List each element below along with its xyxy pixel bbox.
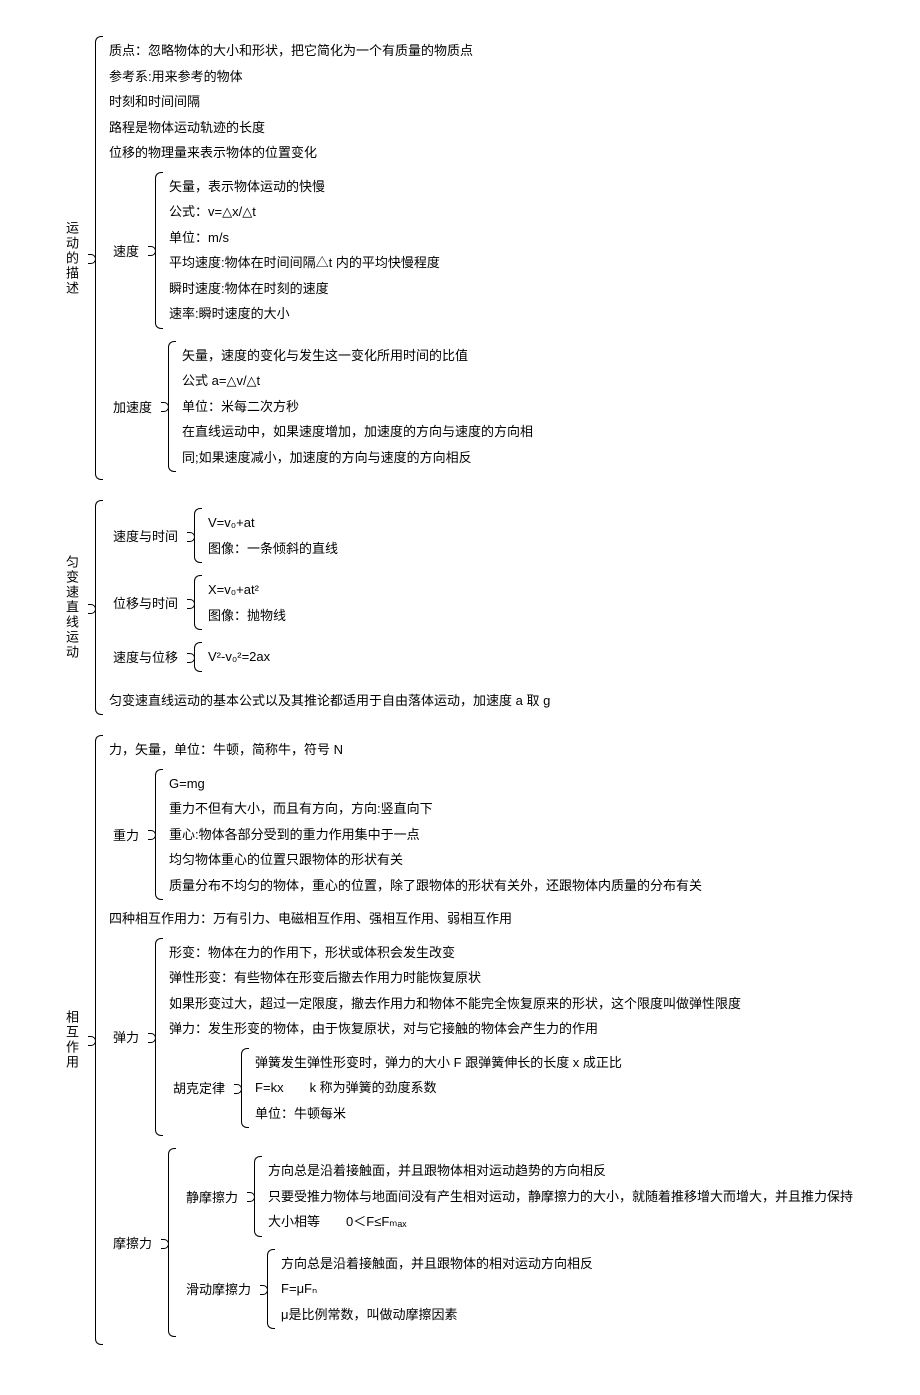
brace-icon [261,1249,275,1330]
leaf-text: 单位：米每二次方秒 [182,394,533,420]
brace-icon [248,1156,262,1237]
group-label: 胡克定律 [169,1076,229,1099]
leaf-text: 矢量，速度的变化与发生这一变化所用时间的比值 [182,343,533,369]
leaf-text: 公式：v=△x/△t [169,199,440,225]
leaf-text: G=mg [169,771,702,797]
group-label: 静摩擦力 [182,1185,242,1208]
leaf-text: 质量分布不均匀的物体，重心的位置，除了跟物体的形状有关外，还跟物体内质量的分布有… [169,873,702,899]
leaf-text: 如果形变过大，超过一定限度，撤去作用力和物体不能完全恢复原来的形状，这个限度叫做… [169,991,741,1017]
brace-icon [235,1048,249,1129]
leaf-text: μ是比例常数，叫做动摩擦因素 [281,1302,593,1328]
leaf-text: 弹簧发生弹性形变时，弹力的大小 F 跟弹簧伸长的长度 x 成正比 [255,1050,622,1076]
leaf-text: 公式 a=△v/△t [182,368,533,394]
leaf-text: V=v₀+at [208,510,338,536]
group-static-friction: 静摩擦力 方向总是沿着接触面，并且跟物体相对运动趋势的方向相反 只要受推力物体与… [182,1156,853,1237]
brace-icon [188,642,202,672]
leaf-text: 均匀物体重心的位置只跟物体的形状有关 [169,847,702,873]
leaf-text: 方向总是沿着接触面，并且跟物体相对运动趋势的方向相反 [268,1158,853,1184]
brace-icon [149,938,163,1137]
leaf-text: 弹性形变：有些物体在形变后撤去作用力时能恢复原状 [169,965,741,991]
leaf-text: 方向总是沿着接触面，并且跟物体的相对运动方向相反 [281,1251,593,1277]
section-title: 相互作用 [60,1006,83,1074]
leaf-text: 速率:瞬时速度的大小 [169,301,440,327]
leaf-text: 质点：忽略物体的大小和形状，把它简化为一个有质量的物质点 [109,38,533,64]
group-label: 摩擦力 [109,1231,156,1254]
brace-icon [162,1148,176,1337]
group-label: 重力 [109,823,143,846]
brace-icon [89,735,103,1345]
leaf-text: 单位：牛顿每米 [255,1101,622,1127]
group-elastic: 弹力 形变：物体在力的作用下，形状或体积会发生改变 弹性形变：有些物体在形变后撤… [109,938,853,1137]
group-label: 滑动摩擦力 [182,1277,255,1300]
leaf-text: 瞬时速度:物体在时刻的速度 [169,276,440,302]
section-uniform-acceleration: 匀变速直线运动 速度与时间 V=v₀+at 图像：一条倾斜的直线 位移与时间 X… [60,500,900,715]
group-friction: 摩擦力 静摩擦力 方向总是沿着接触面，并且跟物体相对运动趋势的方向相反 只要受推… [109,1148,853,1337]
group-label: 位移与时间 [109,591,182,614]
group-acceleration: 加速度 矢量，速度的变化与发生这一变化所用时间的比值 公式 a=△v/△t 单位… [109,341,533,473]
group-speed: 速度 矢量，表示物体运动的快慢 公式：v=△x/△t 单位：m/s 平均速度:物… [109,172,533,329]
brace-icon [188,575,202,630]
leaf-text: F=μFₙ [281,1276,593,1302]
leaf-text: 单位：m/s [169,225,440,251]
brace-icon [162,341,176,473]
leaf-text: 路程是物体运动轨迹的长度 [109,115,533,141]
section-title: 运动的描述 [60,217,83,300]
leaf-text: 四种相互作用力：万有引力、电磁相互作用、强相互作用、弱相互作用 [109,906,853,932]
group-label: 速度 [109,239,143,262]
section-title: 匀变速直线运动 [60,551,83,664]
brace-icon [149,172,163,329]
section-motion-description: 运动的描述 质点：忽略物体的大小和形状，把它简化为一个有质量的物质点 参考系:用… [60,36,900,480]
leaf-text: F=kx k 称为弹簧的劲度系数 [255,1075,622,1101]
group-label: 弹力 [109,1025,143,1048]
leaf-text: 在直线运动中，如果速度增加，加速度的方向与速度的方向相 [182,419,533,445]
leaf-text: 图像：一条倾斜的直线 [208,536,338,562]
group-label: 速度与时间 [109,524,182,547]
group-v-x: 速度与位移 V²-v₀²=2ax [109,642,550,672]
brace-icon [89,36,103,480]
leaf-text: 重心:物体各部分受到的重力作用集中于一点 [169,822,702,848]
leaf-text: 平均速度:物体在时间间隔△t 内的平均快慢程度 [169,250,440,276]
group-label: 加速度 [109,395,156,418]
leaf-text: 弹力：发生形变的物体，由于恢复原状，对与它接触的物体会产生力的作用 [169,1016,741,1042]
leaf-text: 图像：抛物线 [208,603,286,629]
leaf-text: 匀变速直线运动的基本公式以及其推论都适用于自由落体运动，加速度 a 取 g [109,688,550,714]
leaf-text: 形变：物体在力的作用下，形状或体积会发生改变 [169,940,741,966]
leaf-text: 位移的物理量来表示物体的位置变化 [109,140,533,166]
leaf-text: X=v₀+at² [208,577,286,603]
leaf-text: 大小相等 0＜F≤Fₘₐₓ [268,1209,853,1235]
leaf-text: 力，矢量，单位：牛顿，简称牛，符号 N [109,737,853,763]
group-v-t: 速度与时间 V=v₀+at 图像：一条倾斜的直线 [109,508,550,563]
leaf-text: V²-v₀²=2ax [208,644,270,670]
group-x-t: 位移与时间 X=v₀+at² 图像：抛物线 [109,575,550,630]
group-hooke: 胡克定律 弹簧发生弹性形变时，弹力的大小 F 跟弹簧伸长的长度 x 成正比 F=… [169,1048,741,1129]
brace-icon [89,500,103,715]
leaf-text: 重力不但有大小，而且有方向，方向:竖直向下 [169,796,702,822]
section-interaction: 相互作用 力，矢量，单位：牛顿，简称牛，符号 N 重力 G=mg 重力不但有大小… [60,735,900,1345]
leaf-text: 矢量，表示物体运动的快慢 [169,174,440,200]
leaf-text: 参考系:用来参考的物体 [109,64,533,90]
brace-icon [188,508,202,563]
leaf-text: 同;如果速度减小，加速度的方向与速度的方向相反 [182,445,533,471]
leaf-text: 时刻和时间间隔 [109,89,533,115]
leaf-text: 只要受推力物体与地面间没有产生相对运动，静摩擦力的大小，就随着推移增大而增大，并… [268,1184,853,1210]
brace-icon [149,769,163,901]
group-label: 速度与位移 [109,645,182,668]
group-gravity: 重力 G=mg 重力不但有大小，而且有方向，方向:竖直向下 重心:物体各部分受到… [109,769,853,901]
group-sliding-friction: 滑动摩擦力 方向总是沿着接触面，并且跟物体的相对运动方向相反 F=μFₙ μ是比… [182,1249,853,1330]
